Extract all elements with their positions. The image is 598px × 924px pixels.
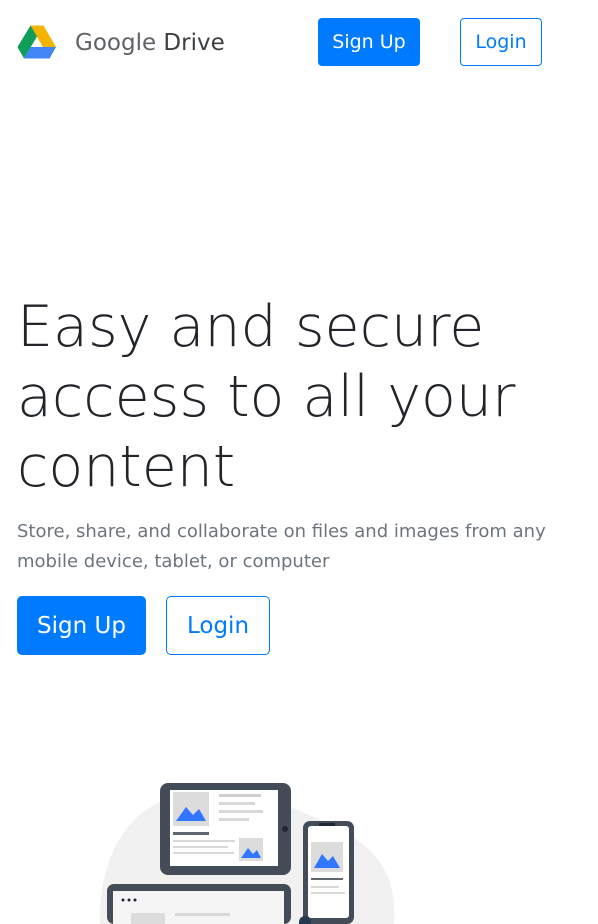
header-signup-button[interactable]: Sign Up: [318, 18, 420, 66]
brand-name-primary: Google: [75, 29, 157, 56]
hero-subtitle: Store, share, and collaborate on files a…: [17, 521, 546, 572]
brand-name-secondary: Drive: [163, 29, 225, 56]
hero-signup-button[interactable]: Sign Up: [17, 596, 146, 655]
hero-login-button[interactable]: Login: [166, 596, 270, 655]
devices-illustration-icon: [99, 783, 395, 924]
brand-logo-link[interactable]: Google Drive: [17, 22, 225, 64]
header-login-button[interactable]: Login: [460, 18, 542, 66]
brand-name: Google Drive: [75, 29, 225, 56]
site-header: Google Drive Sign Up Login: [0, 0, 598, 86]
devices-illustration: [80, 770, 420, 924]
landing-page: Google Drive Sign Up Login Easy and secu…: [0, 0, 598, 924]
hero-title: Easy and secure access to all your conte…: [17, 294, 516, 500]
google-drive-logo-icon: [17, 25, 56, 59]
